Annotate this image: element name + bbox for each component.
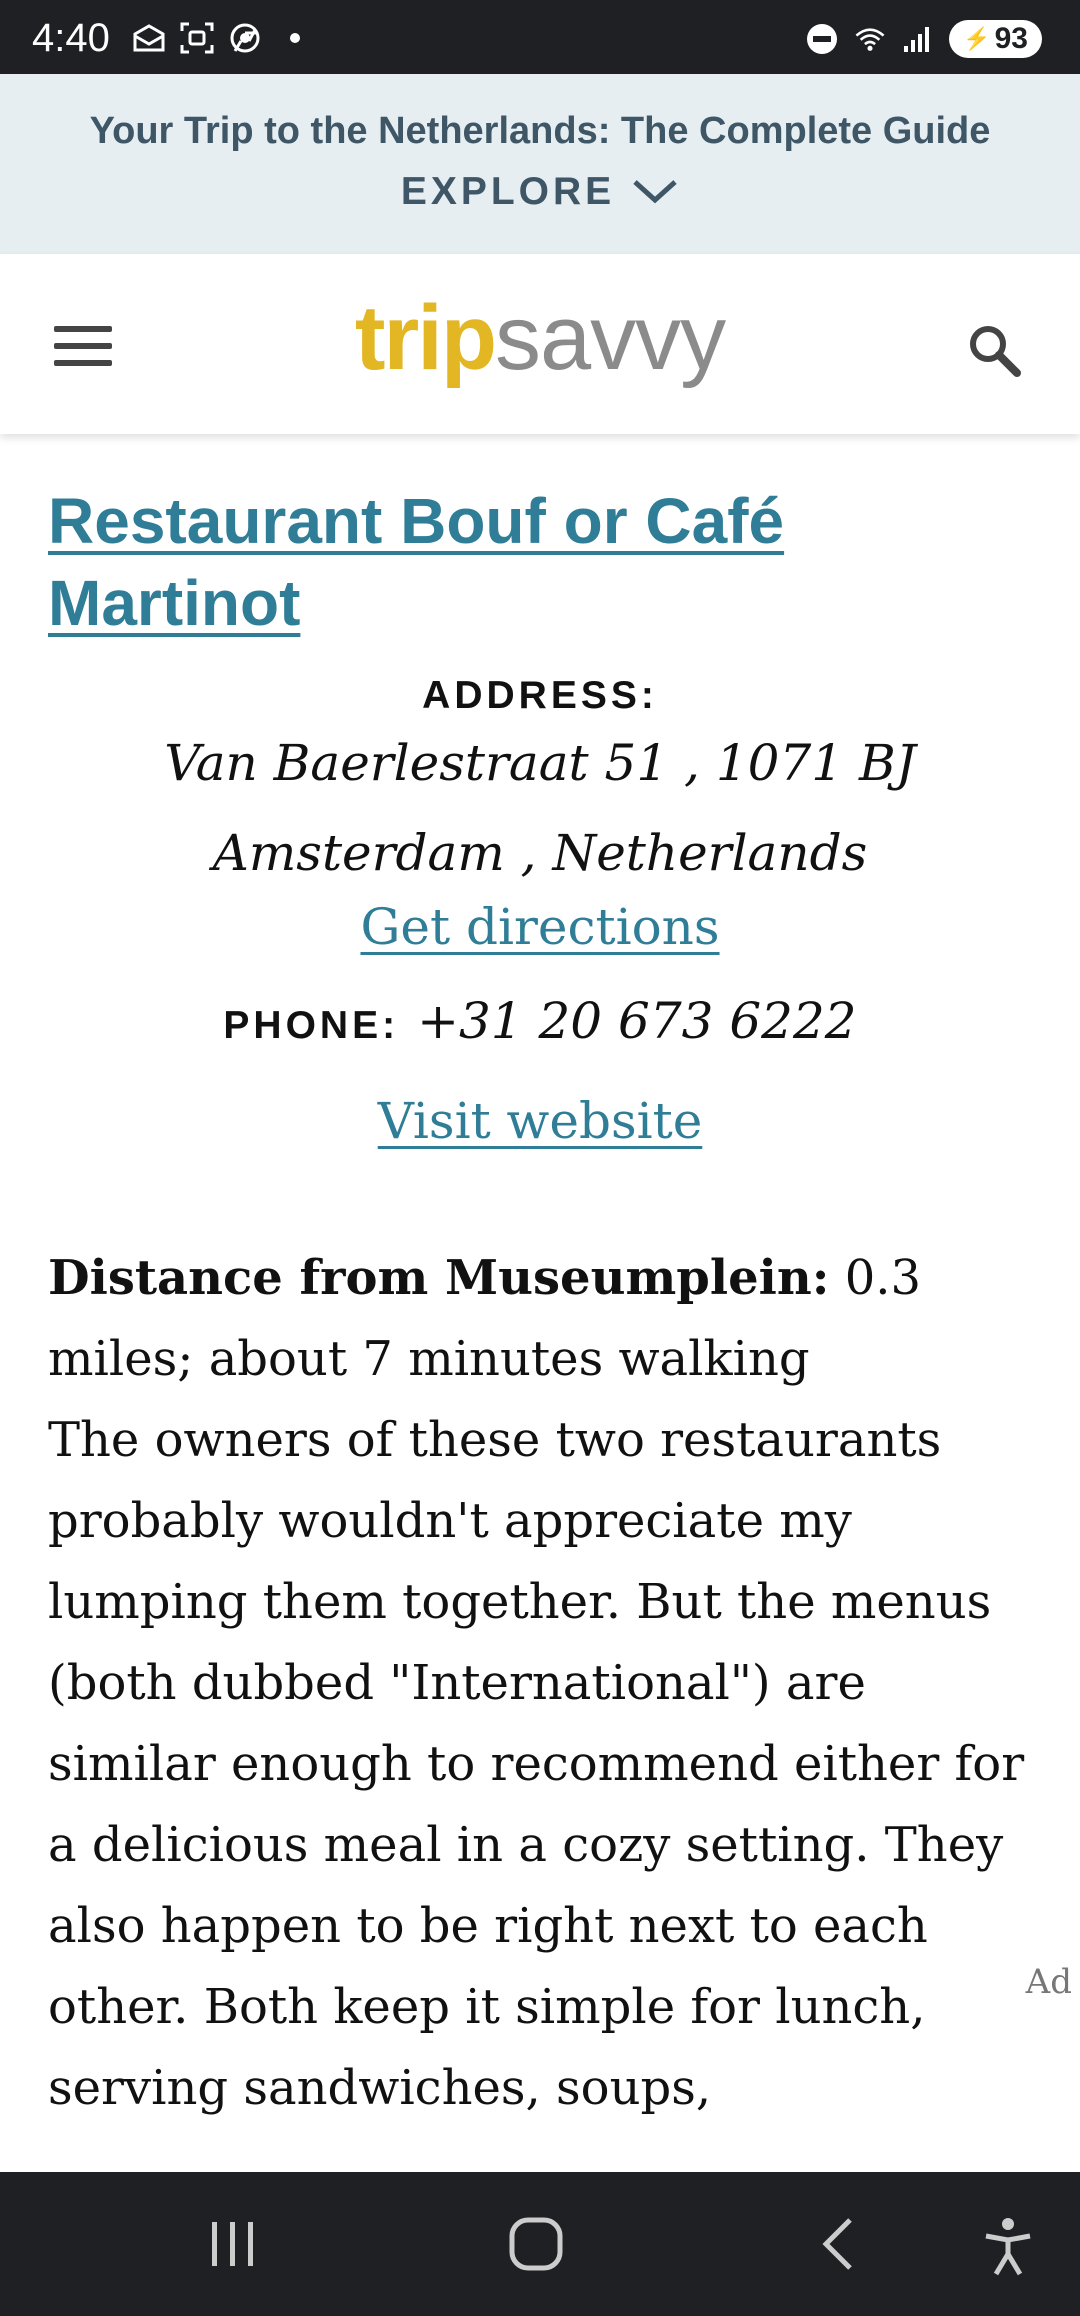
wifi-icon: [853, 23, 887, 55]
article-body: Distance from Museumplein: 0.3 miles; ab…: [48, 1238, 1038, 2129]
phone-label: PHONE:: [223, 1004, 400, 1047]
article-paragraph: The owners of these two restaurants prob…: [48, 1412, 1025, 2116]
address-line-1: Van Baerlestraat 51 , 1071 BJ: [164, 734, 916, 792]
ad-label: Ad: [1025, 1962, 1072, 2002]
distance-label: Distance from Museumplein:: [48, 1250, 830, 1306]
status-time: 4:40: [32, 16, 110, 60]
get-directions-link[interactable]: Get directions: [360, 898, 719, 956]
chrome-icon: [228, 22, 262, 54]
screenshot-icon: [180, 22, 214, 54]
site-header: tripsavvy: [0, 254, 1080, 434]
battery-level: 93: [994, 22, 1028, 55]
address-line-2: Amsterdam , Netherlands: [212, 824, 868, 882]
visit-website-link[interactable]: Visit website: [378, 1092, 703, 1150]
listing-title-link[interactable]: Restaurant Bouf or Café Martinot: [48, 480, 898, 644]
mail-icon: [132, 22, 166, 54]
explore-button[interactable]: EXPLORE: [0, 170, 1080, 214]
promo-title[interactable]: Your Trip to the Netherlands: The Comple…: [0, 110, 1080, 153]
logo-savvy: savvy: [495, 287, 726, 389]
article-content: Restaurant Bouf or Café Martinot ADDRESS…: [48, 480, 1038, 2129]
explore-label: EXPLORE: [400, 170, 616, 213]
phone-number[interactable]: +31 20 673 6222: [417, 992, 857, 1050]
dnd-icon: [805, 23, 839, 55]
promo-banner[interactable]: Your Trip to the Netherlands: The Comple…: [0, 74, 1080, 254]
battery-icon: ⚡ 93: [949, 20, 1042, 58]
home-icon[interactable]: [508, 2216, 564, 2277]
recent-apps-icon[interactable]: [208, 2216, 258, 2277]
signal-icon: [901, 23, 935, 55]
system-nav-bar: [0, 2172, 1080, 2316]
address-label: ADDRESS:: [422, 674, 658, 717]
chevron-down-icon: [633, 180, 677, 204]
phone-row: PHONE: +31 20 673 6222: [48, 992, 1032, 1050]
back-icon[interactable]: [818, 2216, 858, 2277]
search-icon[interactable]: [964, 320, 1024, 380]
logo-trip: trip: [354, 287, 497, 389]
accessibility-icon[interactable]: [982, 2216, 1034, 2281]
notification-dot-icon: [290, 33, 300, 43]
listing-info: ADDRESS: Van Baerlestraat 51 , 1071 BJ A…: [48, 674, 1032, 1150]
site-logo[interactable]: tripsavvy: [0, 292, 1080, 384]
status-bar: 4:40 ⚡ 93: [0, 0, 1080, 74]
